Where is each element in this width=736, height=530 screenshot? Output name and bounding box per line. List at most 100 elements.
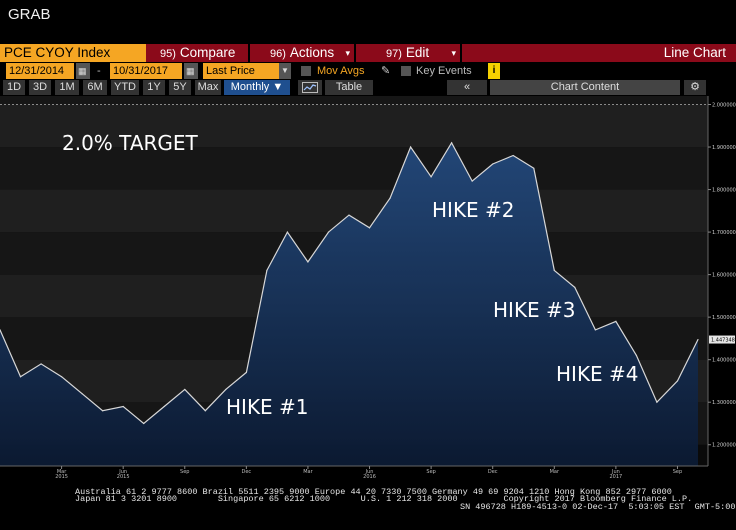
chevron-down-icon: ▼ — [272, 81, 284, 93]
toolbar-periods: 1D 3D 1M 6M YTD 1Y 5Y Max Monthly ▼ Tabl… — [0, 80, 736, 95]
y-tick-label: 1.700000 — [712, 230, 736, 236]
last-value-tag: 1.447348 — [709, 335, 735, 344]
data-point — [81, 393, 83, 395]
period-1y[interactable]: 1Y — [143, 80, 165, 95]
chart-type-label: Line Chart — [462, 44, 736, 62]
data-point — [327, 231, 330, 233]
actions-label: Actions — [289, 45, 335, 60]
x-tick-label: Sep — [426, 469, 435, 475]
data-point — [225, 388, 227, 391]
period-max[interactable]: Max — [195, 80, 221, 95]
data-point — [368, 227, 371, 229]
key-events-checkbox[interactable] — [401, 66, 411, 76]
y-tick-label: 1.800000 — [712, 188, 736, 194]
mov-avgs-checkbox[interactable] — [301, 66, 311, 76]
data-point — [512, 154, 514, 157]
price-band — [0, 96, 708, 105]
chevron-down-icon[interactable]: ▼ — [279, 63, 291, 79]
data-point — [60, 376, 63, 378]
info-icon[interactable]: i — [488, 63, 500, 79]
collapse-icon[interactable]: « — [447, 80, 487, 95]
data-point — [389, 197, 391, 199]
period-ytd[interactable]: YTD — [111, 80, 139, 95]
data-point — [19, 376, 22, 378]
y-tick-label: 1.200000 — [712, 443, 736, 449]
line-chart-icon[interactable] — [298, 80, 322, 95]
chevron-down-icon: ▾ — [345, 48, 350, 58]
x-tick-label: Mar — [550, 469, 560, 475]
data-point — [451, 142, 453, 144]
date-separator: - — [97, 65, 101, 77]
annotation-hike-3: HIKE #3 — [493, 298, 576, 322]
data-point — [594, 329, 596, 331]
end-date-input[interactable]: 10/31/2017 — [110, 63, 182, 79]
chevron-down-icon: ▾ — [451, 48, 456, 58]
x-tick-label: Sep — [673, 469, 682, 475]
data-point — [163, 405, 165, 408]
data-point — [492, 163, 494, 165]
data-point — [533, 167, 535, 169]
data-point — [40, 363, 42, 365]
period-1m[interactable]: 1M — [55, 80, 79, 95]
x-tick-year: 2015 — [55, 474, 68, 480]
pencil-icon[interactable]: ✎ — [378, 63, 390, 79]
x-tick-year: 2016 — [363, 474, 376, 480]
data-point — [676, 380, 679, 382]
last-value-label: 1.447348 — [711, 338, 735, 344]
y-tick-label: 2.000000 — [712, 103, 736, 109]
actions-button[interactable]: 96) Actions ▾ — [250, 44, 354, 62]
compare-number: 95) — [160, 48, 176, 60]
data-point — [471, 180, 473, 182]
calendar-icon[interactable]: ▦ — [76, 63, 90, 79]
data-point — [184, 388, 186, 391]
actions-number: 96) — [270, 48, 286, 60]
data-point — [266, 269, 268, 271]
data-point — [245, 371, 247, 374]
data-point — [348, 214, 350, 216]
key-events-label: Key Events — [416, 65, 472, 77]
compare-button[interactable]: 95) Compare — [146, 44, 248, 62]
period-6m[interactable]: 6M — [83, 80, 107, 95]
x-tick-year: 2015 — [117, 474, 130, 480]
compare-label: Compare — [179, 45, 236, 60]
data-point — [574, 286, 576, 288]
frequency-select[interactable]: Monthly ▼ — [224, 80, 290, 95]
period-1d[interactable]: 1D — [3, 80, 25, 95]
data-point — [635, 354, 638, 357]
mov-avgs-label: Mov Avgs — [317, 65, 365, 77]
data-point — [122, 405, 124, 408]
field-select[interactable]: Last Price — [203, 63, 279, 79]
y-tick-label: 1.300000 — [712, 400, 736, 406]
x-tick-label: Mar — [303, 469, 313, 475]
data-point — [143, 422, 145, 425]
x-tick-label: Dec — [242, 469, 252, 475]
security-field[interactable]: PCE CYOY Index — [0, 44, 146, 62]
edit-label: Edit — [405, 45, 430, 60]
data-point — [697, 338, 699, 341]
frequency-label: Monthly — [230, 81, 270, 93]
data-point — [430, 176, 432, 178]
toolbar-dates: 12/31/2014 ▦ - 10/31/2017 ▦ Last Price ▼… — [0, 63, 736, 79]
data-point — [204, 410, 206, 412]
data-point — [615, 320, 617, 323]
chart-content-button[interactable]: Chart Content — [490, 80, 680, 95]
annotation-hike-1: HIKE #1 — [226, 395, 309, 419]
start-date-input[interactable]: 12/31/2014 — [6, 63, 74, 79]
annotation-hike-2: HIKE #2 — [432, 198, 515, 222]
x-tick-year: 2017 — [610, 474, 623, 480]
window-title: GRAB — [8, 6, 51, 23]
period-3d[interactable]: 3D — [29, 80, 51, 95]
annotation-hike-4: HIKE #4 — [556, 362, 639, 386]
y-tick-label: 1.500000 — [712, 315, 736, 321]
table-button[interactable]: Table — [325, 80, 373, 95]
x-tick-label: Dec — [488, 469, 498, 475]
x-tick-label: Sep — [180, 469, 189, 475]
period-5y[interactable]: 5Y — [169, 80, 191, 95]
data-point — [656, 401, 658, 403]
y-tick-label: 1.900000 — [712, 145, 736, 151]
edit-number: 97) — [386, 48, 402, 60]
settings-gear-icon[interactable]: ⚙ — [684, 80, 706, 95]
calendar-icon[interactable]: ▦ — [184, 63, 198, 79]
edit-button[interactable]: 97) Edit ▾ — [356, 44, 460, 62]
y-tick-label: 1.400000 — [712, 358, 736, 364]
